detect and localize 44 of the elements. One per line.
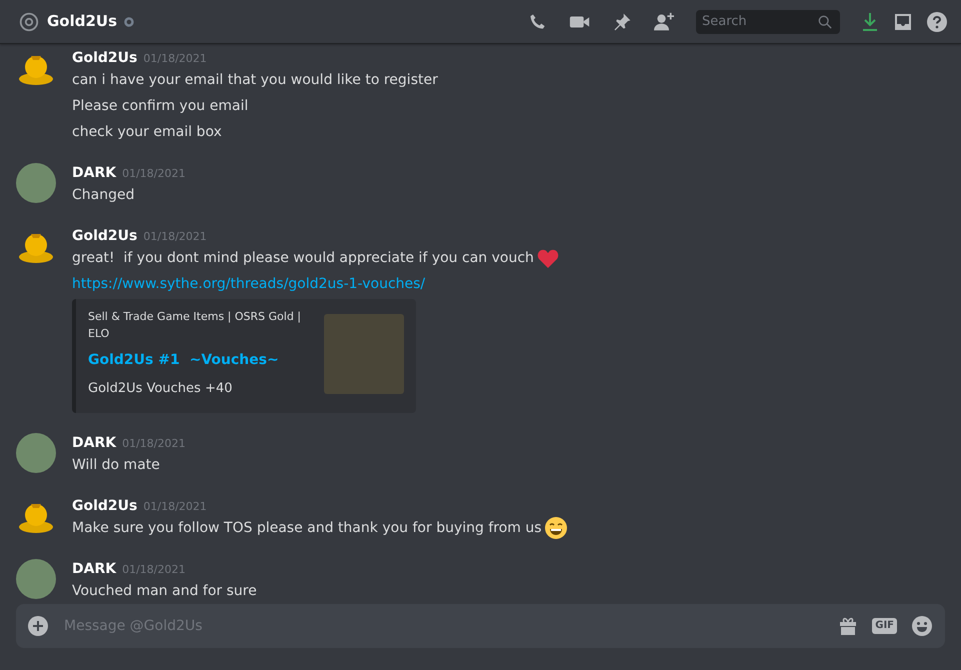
embed-title[interactable]: Gold2Us #1 ~Vouches~: [88, 350, 324, 371]
message-link[interactable]: https://www.sythe.org/threads/gold2us-1-vouches/: [72, 276, 426, 292]
heart-icon: [537, 248, 560, 268]
message-text: check your email box: [72, 123, 222, 142]
embed-description: Gold2Us Vouches +40: [88, 380, 234, 398]
message-text: Vouched man and for sure: [72, 582, 257, 600]
avatar-image: [16, 163, 56, 203]
message-text: Make sure you follow TOS please and thank you for buying from us: [72, 518, 542, 538]
author-name: DARK: [72, 560, 116, 578]
video-button[interactable]: [569, 14, 591, 30]
gift-icon[interactable]: [838, 616, 858, 636]
grinning-face-icon: [545, 516, 568, 538]
author-name: DARK: [72, 164, 116, 183]
message-text: can i have your email that you would like to register: [72, 71, 438, 90]
message-text: Will do mate: [72, 456, 160, 474]
embed-provider: Sell & Trade Game Items | OSRS Gold | ELO: [88, 309, 302, 342]
search-field[interactable]: Search: [696, 10, 840, 34]
at-sign-icon: [18, 10, 40, 32]
inbox-button[interactable]: [893, 12, 913, 32]
avatar-image: [16, 558, 56, 598]
message-timestamp: 01/18/2021: [122, 166, 186, 182]
message-text: Changed: [72, 186, 134, 205]
channel-title: Gold2Us: [47, 11, 118, 32]
download-button[interactable]: [861, 12, 879, 32]
message-text: Please confirm you email: [72, 97, 248, 116]
author-name: Gold2Us: [72, 496, 138, 516]
message-text: great! if you dont mind please would appreciate if you can vouch: [72, 249, 534, 268]
status-dot-icon: [124, 16, 134, 26]
message-timestamp: 01/18/2021: [143, 51, 207, 67]
emoji-icon[interactable]: [911, 615, 933, 637]
message-timestamp: 01/18/2021: [122, 562, 186, 578]
author-name: Gold2Us: [72, 227, 138, 246]
message-timestamp: 01/18/2021: [143, 229, 207, 245]
gif-button[interactable]: GIF: [872, 618, 897, 634]
add-friend-button[interactable]: [653, 12, 675, 32]
search-icon: [818, 14, 832, 28]
pin-button[interactable]: [612, 12, 632, 32]
message-timestamp: 01/18/2021: [122, 436, 186, 452]
add-icon[interactable]: [28, 616, 48, 636]
author-name: DARK: [72, 434, 116, 452]
avatar-image: [16, 432, 56, 472]
help-button[interactable]: [927, 12, 947, 32]
author-name: Gold2Us: [72, 49, 138, 68]
message-timestamp: 01/18/2021: [143, 498, 207, 514]
